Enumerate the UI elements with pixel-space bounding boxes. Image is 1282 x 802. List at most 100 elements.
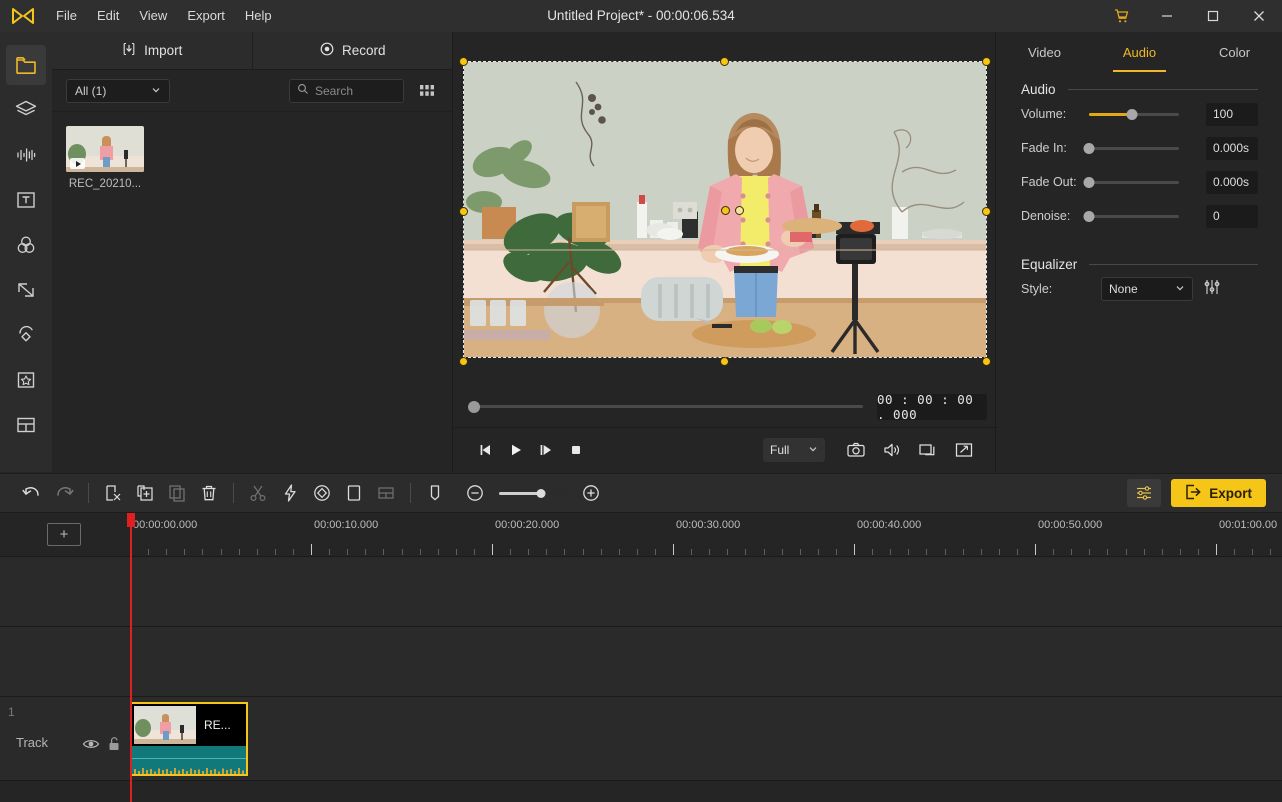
media-item[interactable]: REC_20210... <box>66 126 144 190</box>
sidebar-item-filters[interactable] <box>6 225 46 265</box>
preview-scrubber[interactable] <box>468 400 863 413</box>
sliders-settings-icon[interactable] <box>1127 479 1162 507</box>
video-editor-window: File Edit View Export Help Untitled Proj… <box>0 0 1282 802</box>
ruler-minor-tick <box>636 549 638 555</box>
bookmark-icon[interactable] <box>419 479 451 507</box>
ruler-minor-tick <box>1143 549 1145 555</box>
move-handle-center[interactable] <box>721 205 730 215</box>
media-search-box[interactable] <box>289 78 404 103</box>
windows-overlap-icon[interactable] <box>913 436 943 464</box>
sidebar-item-animation[interactable] <box>6 315 46 355</box>
fade-out-value[interactable]: 0.000s <box>1206 170 1258 194</box>
step-backward-icon[interactable] <box>471 436 501 464</box>
timeline-playhead[interactable] <box>127 513 135 802</box>
preview-scrubber-row: 00 : 00 : 00 . 000 <box>453 386 997 428</box>
expand-arrows-icon[interactable] <box>949 436 979 464</box>
resize-handle-top-left[interactable] <box>459 56 468 66</box>
camera-icon[interactable] <box>841 436 871 464</box>
copy-icon[interactable] <box>161 479 193 507</box>
tab-audio[interactable]: Audio <box>1092 32 1187 72</box>
timeline-ruler[interactable]: 00:00:00.000 00:00:10.000 00:00:20.000 00:0… <box>130 513 1282 557</box>
quality-select[interactable]: Full <box>763 438 825 462</box>
tab-import[interactable]: Import <box>52 32 252 70</box>
zoom-in-circle-icon[interactable] <box>575 479 607 507</box>
speaker-icon[interactable] <box>877 436 907 464</box>
lightning-icon[interactable] <box>274 479 306 507</box>
preview-frame[interactable] <box>459 56 991 366</box>
undo-arrow-icon[interactable] <box>16 479 48 507</box>
unlock-icon[interactable] <box>107 736 121 757</box>
fade-in-slider[interactable] <box>1083 142 1179 154</box>
equalizer-style-select[interactable]: None <box>1101 277 1193 301</box>
menu-export[interactable]: Export <box>177 0 235 32</box>
ruler-minor-tick <box>582 549 584 555</box>
menu-edit[interactable]: Edit <box>87 0 129 32</box>
cut-page-icon[interactable] <box>97 479 129 507</box>
redo-arrow-icon[interactable] <box>48 479 80 507</box>
grid-view-icon[interactable] <box>418 81 438 101</box>
ruler-minor-tick <box>184 549 186 555</box>
denoise-value[interactable]: 0 <box>1206 204 1258 228</box>
volume-slider[interactable] <box>1089 108 1179 120</box>
sidebar-item-overlays[interactable] <box>6 90 46 130</box>
copy-plus-icon[interactable] <box>129 479 161 507</box>
fade-in-value[interactable]: 0.000s <box>1206 136 1258 160</box>
timeline-track-row-empty-1[interactable] <box>0 557 1282 627</box>
play-icon[interactable] <box>501 436 531 464</box>
timeline-track-row-empty-2[interactable] <box>0 627 1282 697</box>
maximize-icon[interactable] <box>1190 0 1236 32</box>
scrubber-knob[interactable] <box>468 400 480 413</box>
stop-icon[interactable] <box>561 436 591 464</box>
add-track-button[interactable]: + <box>47 523 81 546</box>
ruler-minor-tick <box>166 549 168 555</box>
denoise-slider[interactable] <box>1083 210 1179 222</box>
resize-handle-bottom-center[interactable] <box>720 356 729 366</box>
edit-toolbar: Export <box>0 473 1282 513</box>
fade-out-slider[interactable] <box>1083 176 1179 188</box>
resize-handle-left[interactable] <box>459 206 468 216</box>
close-icon[interactable] <box>1236 0 1282 32</box>
tab-color[interactable]: Color <box>1187 32 1282 72</box>
mosaic-grid-icon[interactable] <box>370 479 402 507</box>
timeline-zoom-slider[interactable] <box>499 488 567 498</box>
sidebar-item-split-screen[interactable] <box>6 405 46 445</box>
resize-handle-top-right[interactable] <box>982 56 991 66</box>
timeline-clip[interactable]: RE... <box>130 702 248 776</box>
menu-help[interactable]: Help <box>235 0 282 32</box>
volume-value[interactable]: 100 <box>1206 102 1258 126</box>
media-filter-select[interactable]: All (1) <box>66 78 170 103</box>
crop-square-icon[interactable] <box>338 479 370 507</box>
resize-handle-bottom-right[interactable] <box>982 356 991 366</box>
rotate-handle-center[interactable] <box>735 205 744 215</box>
sidebar-item-elements[interactable] <box>6 360 46 400</box>
ruler-major-tick <box>1216 544 1217 555</box>
zoom-out-circle-icon[interactable] <box>459 479 491 507</box>
resize-handle-bottom-left[interactable] <box>459 356 468 366</box>
ruler-minor-tick <box>347 549 349 555</box>
menu-file[interactable]: File <box>46 0 87 32</box>
export-button[interactable]: Export <box>1171 479 1266 507</box>
ruler-minor-tick <box>962 549 964 555</box>
menu-view[interactable]: View <box>129 0 177 32</box>
media-grid: REC_20210... <box>52 112 452 204</box>
step-forward-icon[interactable] <box>531 436 561 464</box>
timeline-track-row-1[interactable]: 1 Track RE... <box>0 697 1282 781</box>
resize-handle-right[interactable] <box>982 206 991 216</box>
scissors-icon[interactable] <box>242 479 274 507</box>
sidebar-item-text[interactable] <box>6 180 46 220</box>
tab-record[interactable]: Record <box>251 32 452 70</box>
equalizer-sliders-icon[interactable] <box>1203 278 1221 301</box>
ruler-minor-tick <box>473 549 475 555</box>
sidebar-item-media[interactable] <box>6 45 46 85</box>
resize-handle-top-center[interactable] <box>720 56 729 66</box>
sidebar-item-audio[interactable] <box>6 135 46 175</box>
import-download-icon <box>121 41 137 60</box>
tab-video[interactable]: Video <box>997 32 1092 72</box>
eye-icon[interactable] <box>82 737 100 756</box>
trash-icon[interactable] <box>193 479 225 507</box>
search-input[interactable] <box>315 83 396 98</box>
diamond-icon[interactable] <box>306 479 338 507</box>
shopping-cart-icon[interactable] <box>1098 0 1144 32</box>
minimize-icon[interactable] <box>1144 0 1190 32</box>
sidebar-item-transitions[interactable] <box>6 270 46 310</box>
